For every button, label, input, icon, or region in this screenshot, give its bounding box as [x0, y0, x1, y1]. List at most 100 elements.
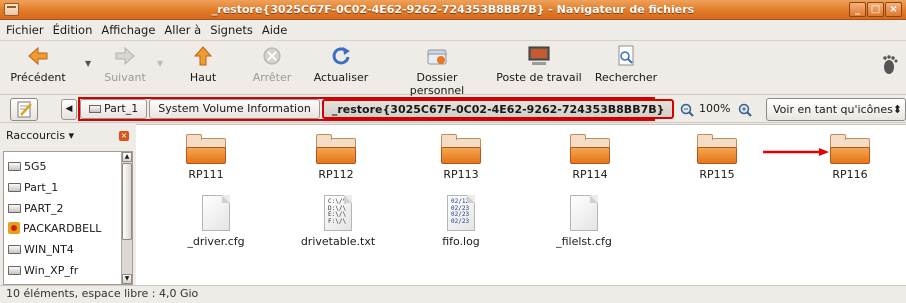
status-bar: 10 éléments, espace libre : 4,0 Gio — [0, 285, 906, 303]
zoom-level[interactable]: 100% — [699, 102, 730, 115]
menu-file[interactable]: Fichier — [3, 23, 50, 37]
search-button[interactable]: Rechercher — [594, 45, 658, 84]
breadcrumb-system-volume-information[interactable]: System Volume Information — [149, 99, 320, 119]
computer-button[interactable]: Poste de travail — [494, 45, 584, 84]
search-label: Rechercher — [594, 71, 658, 84]
up-button[interactable]: Haut — [183, 45, 223, 84]
drive-icon — [8, 162, 21, 171]
maximize-button[interactable]: □ — [867, 2, 884, 17]
menu-go[interactable]: Aller à — [161, 23, 207, 37]
file-label: drivetable.txt — [300, 235, 376, 248]
folder-icon — [316, 134, 356, 164]
folder-item[interactable]: RP111 — [166, 134, 246, 181]
throbber-footprint-icon — [883, 55, 898, 74]
document-icon — [202, 195, 230, 231]
packardbell-drive-icon — [8, 222, 20, 234]
stop-button[interactable]: Arrêter — [249, 45, 295, 84]
view-mode-select[interactable]: Voir en tant qu'icônes ⬍ — [766, 98, 906, 121]
updown-arrow-icon: ⬍ — [892, 103, 902, 116]
sidebar-item-label: 5G5 — [24, 160, 47, 173]
sidebar-item-5g5[interactable]: 5G5 — [8, 160, 47, 176]
file-label: RP116 — [832, 168, 868, 181]
title-bar: _restore{3025C67F-0C02-4E62-9262-724353B… — [0, 0, 906, 20]
sidebar-type-select[interactable]: Raccourcis ▾ — [6, 129, 74, 142]
breadcrumb-part1[interactable]: Part_1 — [80, 99, 148, 119]
sidebar-header: Raccourcis ▾ × — [0, 124, 133, 148]
drive-icon — [8, 204, 21, 213]
text-preview: C:\/\ D:\/\ E:\/\ F:\/\ — [328, 198, 347, 225]
home-label: Dossier personnel — [409, 71, 465, 97]
folder-icon — [697, 134, 737, 164]
breadcrumb-scroll-left[interactable]: ◀ — [61, 99, 77, 120]
forward-history-dropdown[interactable]: ▼ — [157, 59, 163, 68]
folder-item[interactable]: RP113 — [421, 134, 501, 181]
search-icon — [618, 45, 634, 66]
computer-label: Poste de travail — [496, 71, 582, 84]
menu-bookmarks[interactable]: Signets — [207, 23, 259, 37]
places-list: 5G5 Part_1 PART_2 PACKARDBELL WIN_NT4 Wi… — [3, 151, 133, 285]
file-label: RP113 — [443, 168, 479, 181]
zoom-in-icon[interactable] — [738, 103, 752, 117]
sidebar-title: Raccourcis — [6, 129, 66, 142]
file-item[interactable]: _filelst.cfg — [544, 195, 624, 248]
menu-help[interactable]: Aide — [259, 23, 293, 37]
breadcrumb-label: Part_1 — [104, 102, 139, 115]
file-item[interactable]: _driver.cfg — [176, 195, 256, 248]
close-sidebar-icon[interactable]: × — [119, 131, 129, 141]
zoom-out-icon[interactable] — [680, 103, 694, 117]
folder-icon — [441, 134, 481, 164]
file-item[interactable]: C:\/\ D:\/\ E:\/\ F:\/\ drivetable.txt — [298, 195, 378, 248]
back-button[interactable]: Précédent — [8, 45, 68, 84]
sidebar: Raccourcis ▾ × 5G5 Part_1 PART_2 PACKARD… — [0, 124, 133, 285]
file-item[interactable]: 02/12 02/23 02/23 02/23 fifo.log — [421, 195, 501, 248]
home-folder-icon — [427, 49, 447, 65]
folder-item[interactable]: RP112 — [296, 134, 376, 181]
sidebar-item-win-xp-fr[interactable]: Win_XP_fr — [8, 264, 78, 280]
file-label: RP114 — [572, 168, 608, 181]
menu-edit[interactable]: Édition — [50, 23, 99, 37]
sidebar-item-label: Win_XP_fr — [24, 264, 79, 277]
scroll-up-arrow-icon[interactable]: ▲ — [122, 152, 132, 162]
back-arrow-icon — [28, 46, 48, 66]
sidebar-item-win-nt4[interactable]: WIN_NT4 — [8, 243, 74, 259]
computer-icon — [528, 46, 550, 65]
up-label: Haut — [189, 71, 217, 84]
sidebar-scrollbar[interactable]: ▲ ▼ — [121, 152, 132, 284]
forward-button[interactable]: Suivant — [97, 45, 153, 84]
back-history-dropdown[interactable]: ▼ — [85, 59, 91, 68]
scroll-down-arrow-icon[interactable]: ▼ — [122, 274, 132, 284]
sidebar-item-packardbell[interactable]: PACKARDBELL — [8, 222, 101, 238]
home-button[interactable]: Dossier personnel — [388, 45, 486, 97]
location-bar: ◀ Part_1 System Volume Information _rest… — [0, 95, 906, 123]
reload-button[interactable]: Actualiser — [312, 45, 370, 84]
toggle-location-entry-button[interactable] — [10, 98, 38, 121]
view-mode-label: Voir en tant qu'icônes — [773, 103, 893, 116]
menu-view[interactable]: Affichage — [98, 23, 161, 37]
file-label: RP111 — [188, 168, 224, 181]
close-button[interactable]: × — [885, 2, 902, 17]
up-arrow-icon — [193, 46, 213, 66]
breadcrumb: Part_1 System Volume Information _restor… — [78, 97, 675, 121]
reload-icon — [332, 47, 350, 65]
folder-item[interactable]: RP116 — [810, 134, 890, 181]
breadcrumb-restore-folder[interactable]: _restore{3025C67F-0C02-4E62-9262-724353B… — [321, 99, 675, 119]
scrollbar-thumb[interactable] — [122, 163, 132, 240]
file-label: RP112 — [318, 168, 354, 181]
drive-icon — [8, 266, 21, 275]
sidebar-item-label: PACKARDBELL — [23, 222, 102, 235]
text-document-icon: C:\/\ D:\/\ E:\/\ F:\/\ — [324, 195, 352, 231]
forward-arrow-icon — [115, 46, 135, 66]
folder-item[interactable]: RP114 — [550, 134, 630, 181]
reload-label: Actualiser — [313, 71, 369, 84]
menu-bar: Fichier Édition Affichage Aller à Signet… — [0, 20, 906, 40]
folder-icon — [830, 134, 870, 164]
minimize-button[interactable]: _ — [849, 2, 866, 17]
stop-label: Arrêter — [252, 71, 292, 84]
sidebar-item-part1[interactable]: Part_1 — [8, 181, 58, 197]
folder-item[interactable]: RP115 — [677, 134, 757, 181]
file-label: _driver.cfg — [187, 235, 245, 248]
text-document-icon: 02/12 02/23 02/23 02/23 — [447, 195, 475, 231]
sidebar-item-part2[interactable]: PART_2 — [8, 202, 64, 218]
sidebar-item-label: WIN_NT4 — [24, 243, 74, 256]
forward-label: Suivant — [104, 71, 146, 84]
